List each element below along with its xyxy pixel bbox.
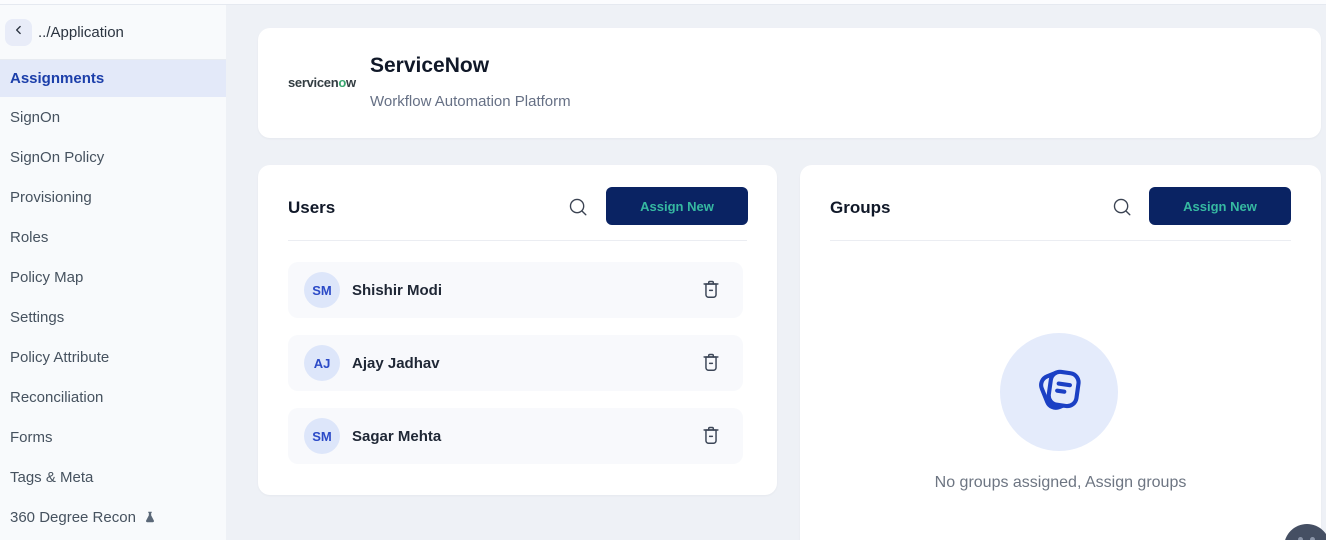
sidebar-item-policy-map[interactable]: Policy Map — [0, 257, 226, 297]
sidebar-item-reconciliation[interactable]: Reconciliation — [0, 377, 226, 417]
logo-text-part: o — [338, 75, 346, 90]
trash-icon — [700, 278, 722, 303]
sidebar-item-label: Assignments — [10, 70, 104, 87]
stacked-cards-icon — [1028, 359, 1090, 426]
groups-assign-new-button[interactable]: Assign New — [1149, 187, 1291, 225]
flask-icon — [143, 510, 157, 524]
sidebar-item-signon[interactable]: SignOn — [0, 97, 226, 137]
sidebar-item-label: Provisioning — [10, 189, 92, 206]
sidebar-item-tags-meta[interactable]: Tags & Meta — [0, 457, 226, 497]
logo-text-part: servicen — [288, 75, 338, 90]
sidebar-item-label: Roles — [10, 229, 48, 246]
avatar: SM — [304, 418, 340, 454]
app-subtitle: Workflow Automation Platform — [370, 93, 571, 110]
back-button[interactable] — [5, 19, 32, 46]
sidebar-item-label: 360 Degree Recon — [10, 509, 136, 526]
sidebar-item-label: Tags & Meta — [10, 469, 93, 486]
logo-text-part: w — [346, 75, 356, 90]
avatar: AJ — [304, 345, 340, 381]
sidebar-nav: Assignments SignOn SignOn Policy Provisi… — [0, 60, 226, 537]
sidebar-item-label: SignOn Policy — [10, 149, 104, 166]
users-search-icon[interactable] — [567, 196, 589, 218]
sidebar: ../Application Assignments SignOn SignOn… — [0, 5, 226, 540]
app-header-card: servicenow ServiceNow Workflow Automatio… — [258, 28, 1321, 138]
sidebar-item-label: Policy Attribute — [10, 349, 109, 366]
sidebar-item-label: Reconciliation — [10, 389, 103, 406]
user-row: AJ Ajay Jadhav — [288, 335, 743, 391]
groups-panel-divider — [830, 240, 1291, 241]
sidebar-item-label: Policy Map — [10, 269, 83, 286]
trash-icon — [700, 424, 722, 449]
sidebar-item-provisioning[interactable]: Provisioning — [0, 177, 226, 217]
delete-user-button[interactable] — [699, 351, 723, 375]
users-panel-divider — [288, 240, 747, 241]
users-assign-new-button[interactable]: Assign New — [606, 187, 748, 225]
users-panel: Users Assign New SM Shishir Modi AJ Ajay… — [258, 165, 777, 495]
groups-search-icon[interactable] — [1111, 196, 1133, 218]
user-row: SM Sagar Mehta — [288, 408, 743, 464]
sidebar-item-settings[interactable]: Settings — [0, 297, 226, 337]
sidebar-item-label: Settings — [10, 309, 64, 326]
delete-user-button[interactable] — [699, 278, 723, 302]
chevron-left-icon — [12, 23, 26, 42]
servicenow-logo: servicenow — [288, 75, 356, 90]
back-label[interactable]: ../Application — [38, 24, 124, 41]
user-row: SM Shishir Modi — [288, 262, 743, 318]
sidebar-item-roles[interactable]: Roles — [0, 217, 226, 257]
sidebar-item-policy-attribute[interactable]: Policy Attribute — [0, 337, 226, 377]
delete-user-button[interactable] — [699, 424, 723, 448]
sidebar-item-label: Forms — [10, 429, 53, 446]
back-row: ../Application — [0, 19, 226, 47]
groups-panel: Groups Assign New No groups assigned, As… — [800, 165, 1321, 540]
groups-empty-state-circle — [1000, 333, 1118, 451]
user-name: Ajay Jadhav — [352, 355, 440, 372]
trash-icon — [700, 351, 722, 376]
app-title: ServiceNow — [370, 54, 489, 78]
groups-panel-title: Groups — [830, 198, 890, 218]
sidebar-item-label: SignOn — [10, 109, 60, 126]
sidebar-item-360-degree-recon[interactable]: 360 Degree Recon — [0, 497, 226, 537]
page: ../Application Assignments SignOn SignOn… — [0, 0, 1326, 540]
sidebar-item-forms[interactable]: Forms — [0, 417, 226, 457]
sidebar-item-signon-policy[interactable]: SignOn Policy — [0, 137, 226, 177]
user-name: Sagar Mehta — [352, 428, 441, 445]
avatar: SM — [304, 272, 340, 308]
user-name: Shishir Modi — [352, 282, 442, 299]
groups-empty-text: No groups assigned, Assign groups — [800, 474, 1321, 492]
users-panel-title: Users — [288, 198, 335, 218]
sidebar-item-assignments[interactable]: Assignments — [0, 60, 226, 97]
